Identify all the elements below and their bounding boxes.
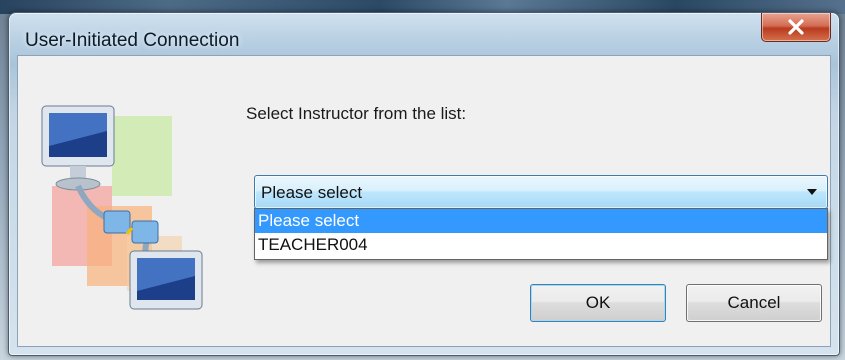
list-item-teacher004[interactable]: TEACHER004 [255, 233, 827, 257]
dialog-window: User-Initiated Connection Select Instruc… [8, 12, 840, 356]
title-bar[interactable]: User-Initiated Connection [9, 13, 839, 55]
cancel-button[interactable]: Cancel [686, 284, 822, 322]
dialog-content: Select Instructor from the list: Please … [17, 55, 831, 347]
ok-button[interactable]: OK [530, 284, 666, 322]
instructor-select-value: Please select [261, 183, 363, 202]
chevron-down-icon[interactable] [807, 189, 817, 195]
network-connection-icon [32, 86, 212, 311]
instructor-select[interactable]: Please select [254, 175, 828, 209]
list-item-please-select[interactable]: Please select [255, 209, 827, 233]
instructor-prompt: Select Instructor from the list: [246, 104, 467, 123]
window-title: User-Initiated Connection [25, 30, 240, 51]
close-icon [787, 19, 805, 35]
close-button[interactable] [761, 13, 831, 42]
instructor-dropdown-list: Please select TEACHER004 [254, 208, 828, 260]
